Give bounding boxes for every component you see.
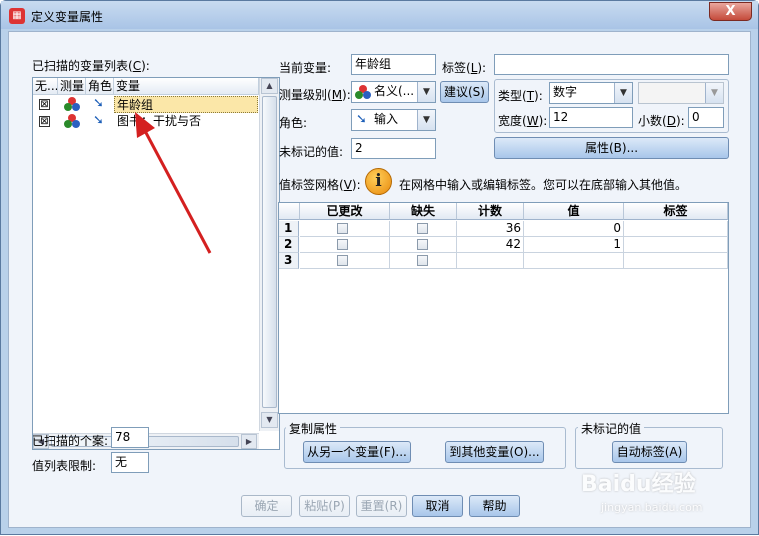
dialog-window: ▦ 定义变量属性 X 已扫描的变量列表(C): 无... 测量 角色 变量 ⊠ … — [0, 0, 759, 535]
watermark-url: jingyan.baidu.com — [601, 501, 703, 514]
watermark-logo: Baidu经验 — [581, 472, 696, 497]
annotation-arrow — [135, 112, 212, 254]
